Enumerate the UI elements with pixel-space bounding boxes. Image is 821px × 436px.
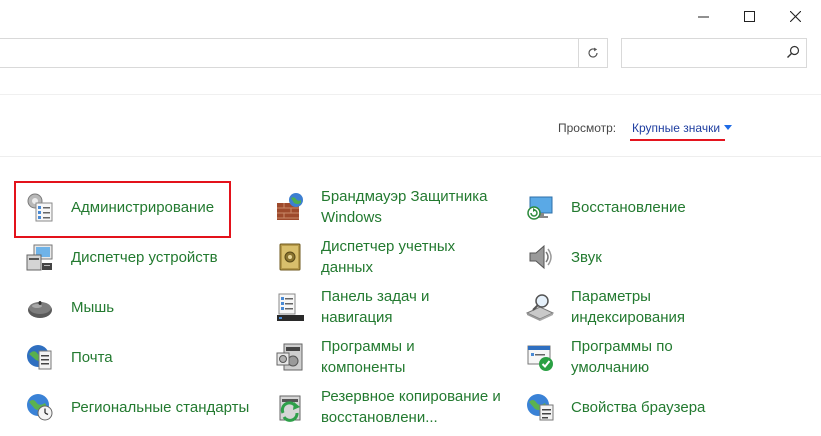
item-label: Панель задач и навигация: [321, 288, 430, 326]
toolbar-separator: [0, 94, 821, 95]
region-icon: [27, 394, 53, 421]
firewall-icon: [277, 193, 303, 220]
highlight-box: [14, 181, 231, 238]
item-taskbar[interactable]: Панель задач и навигация: [272, 284, 429, 330]
title-bar: [0, 0, 821, 32]
item-label: Почта: [71, 348, 113, 366]
item-label: Свойства браузера: [571, 398, 706, 416]
credential-manager-icon: [279, 243, 301, 271]
view-by-dropdown[interactable]: Крупные значки: [632, 121, 733, 135]
view-by-value: Крупные значки: [632, 121, 721, 135]
item-firewall[interactable]: Брандмауэр Защитника Windows: [272, 184, 487, 230]
item-mouse[interactable]: Мышь: [22, 284, 114, 330]
backup-icon: [279, 395, 301, 422]
header-separator: [0, 156, 821, 157]
item-label: Диспетчер учетных данных: [321, 238, 456, 276]
mail-icon: [27, 345, 52, 370]
programs-icon: [276, 343, 303, 371]
maximize-button[interactable]: [726, 0, 772, 32]
mouse-icon: [28, 301, 52, 318]
item-credential-manager[interactable]: Диспетчер учетных данных: [272, 234, 455, 280]
item-label: Брандмауэр Защитника Windows: [321, 188, 488, 226]
item-sound[interactable]: Звук: [522, 234, 602, 280]
item-region[interactable]: Региональные стандарты: [22, 384, 249, 430]
close-icon: [789, 10, 801, 22]
dropdown-arrow-icon: [724, 125, 733, 130]
item-recovery[interactable]: Восстановление: [522, 184, 686, 230]
search-icon[interactable]: [786, 45, 800, 59]
maximize-icon: [743, 10, 755, 22]
item-programs[interactable]: Программы и компоненты: [272, 334, 415, 380]
taskbar-icon: [277, 293, 304, 321]
item-label: Резервное копирование и восстановлени...: [321, 388, 501, 426]
item-indexing[interactable]: Параметры индексирования: [522, 284, 685, 330]
item-label: Программы по умолчанию: [571, 338, 673, 376]
item-device-manager[interactable]: Диспетчер устройств: [22, 234, 218, 280]
internet-options-icon: [527, 394, 554, 421]
refresh-button[interactable]: [578, 39, 607, 67]
item-backup[interactable]: Резервное копирование и восстановлени...: [272, 384, 501, 430]
address-bar[interactable]: [0, 38, 608, 68]
item-label: Программы и компоненты: [321, 338, 415, 376]
item-label: Звук: [571, 248, 602, 266]
item-label: Восстановление: [571, 198, 686, 216]
default-programs-icon: [527, 345, 553, 371]
item-label: Диспетчер устройств: [71, 248, 218, 266]
minimize-icon: [697, 16, 709, 17]
refresh-icon: [588, 47, 598, 58]
minimize-button[interactable]: [680, 0, 726, 32]
recovery-icon: [527, 196, 553, 220]
item-mail[interactable]: Почта: [22, 334, 113, 380]
close-button[interactable]: [772, 0, 818, 32]
indexing-icon: [525, 294, 555, 321]
highlight-underline: [630, 139, 725, 141]
search-box[interactable]: [621, 38, 807, 68]
item-internet-options[interactable]: Свойства браузера: [522, 384, 705, 430]
item-label: Мышь: [71, 298, 115, 316]
item-label: Региональные стандарты: [71, 398, 250, 416]
sound-icon: [529, 244, 552, 270]
device-manager-icon: [26, 244, 53, 271]
item-label: Параметры индексирования: [571, 288, 685, 326]
view-by-label: Просмотр:: [558, 121, 617, 135]
item-default-programs[interactable]: Программы по умолчанию: [522, 334, 673, 380]
